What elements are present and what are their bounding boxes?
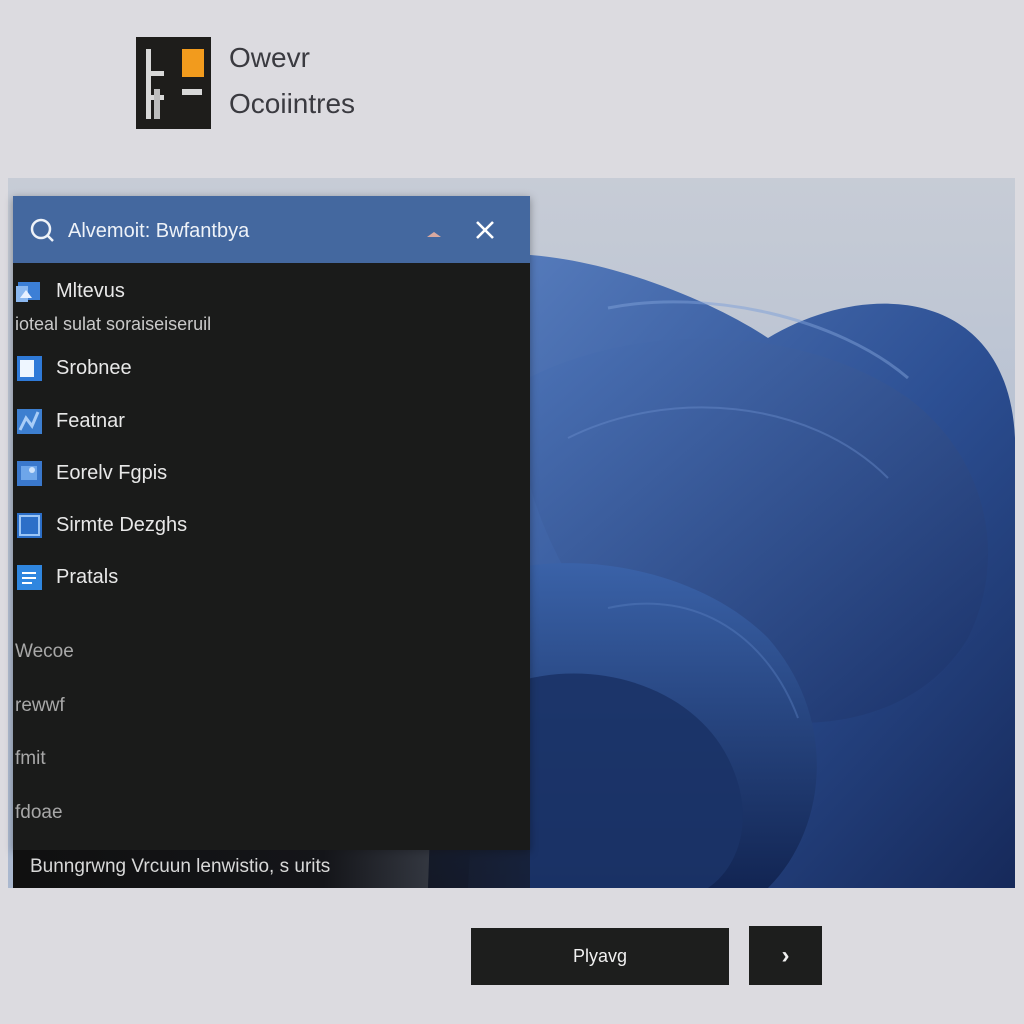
panel-footer: Bunngrwng Vrcuun lenwistio, s urits	[13, 850, 530, 888]
list-icon	[17, 565, 42, 590]
sub-item-wecoe[interactable]: Wecoe	[15, 641, 74, 663]
puzzle-icon	[17, 409, 42, 434]
next-button[interactable]: ›	[749, 926, 822, 985]
list-item-label: Sirmte Dezghs	[56, 514, 188, 536]
list-item-srobnee[interactable]: Srobnee	[14, 351, 494, 387]
list-item-mltevus[interactable]: Mltevus	[14, 274, 494, 310]
list-item-pratals[interactable]: Pratals	[14, 560, 494, 596]
list-item-sirmte-dezghs[interactable]: Sirmte Dezghs	[14, 508, 494, 544]
footer-status-text: Bunngrwng Vrcuun lenwistio, s urits	[30, 856, 331, 877]
list-item-featnar[interactable]: Featnar	[14, 404, 494, 440]
sub-item-fmit[interactable]: fmit	[15, 748, 46, 770]
item-description: ioteal sulat soraiseiseruil	[15, 314, 212, 334]
list-item-label: Srobnee	[56, 357, 132, 379]
image-folder-icon	[16, 282, 40, 302]
list-item-label: Pratals	[56, 566, 119, 588]
primary-action-button[interactable]: Plyavg	[471, 928, 729, 985]
sub-item-fdoae[interactable]: fdoae	[15, 802, 63, 824]
search-icon[interactable]	[29, 216, 57, 244]
panel-header: Alvemoit: Bwfantbya	[13, 196, 530, 263]
list-item-eorelv-fgpis[interactable]: Eorelv Fgpis	[14, 456, 494, 492]
list-item-label: Featnar	[56, 410, 125, 432]
list-item-label: Eorelv Fgpis	[56, 462, 168, 484]
close-icon[interactable]	[473, 218, 497, 242]
app-title: Owevr	[229, 42, 310, 73]
sub-item-rewwf[interactable]: rewwf	[15, 695, 65, 717]
photo-icon	[17, 461, 42, 486]
app-logo-icon	[136, 37, 211, 129]
window-icon	[17, 356, 42, 381]
document-icon	[17, 513, 42, 538]
app-subtitle: Ocoiintres	[229, 88, 356, 119]
chevron-up-icon[interactable]	[427, 232, 441, 237]
list-item-label: Mltevus	[56, 280, 125, 302]
search-query-text[interactable]: Alvemoit: Bwfantbya	[68, 220, 249, 243]
